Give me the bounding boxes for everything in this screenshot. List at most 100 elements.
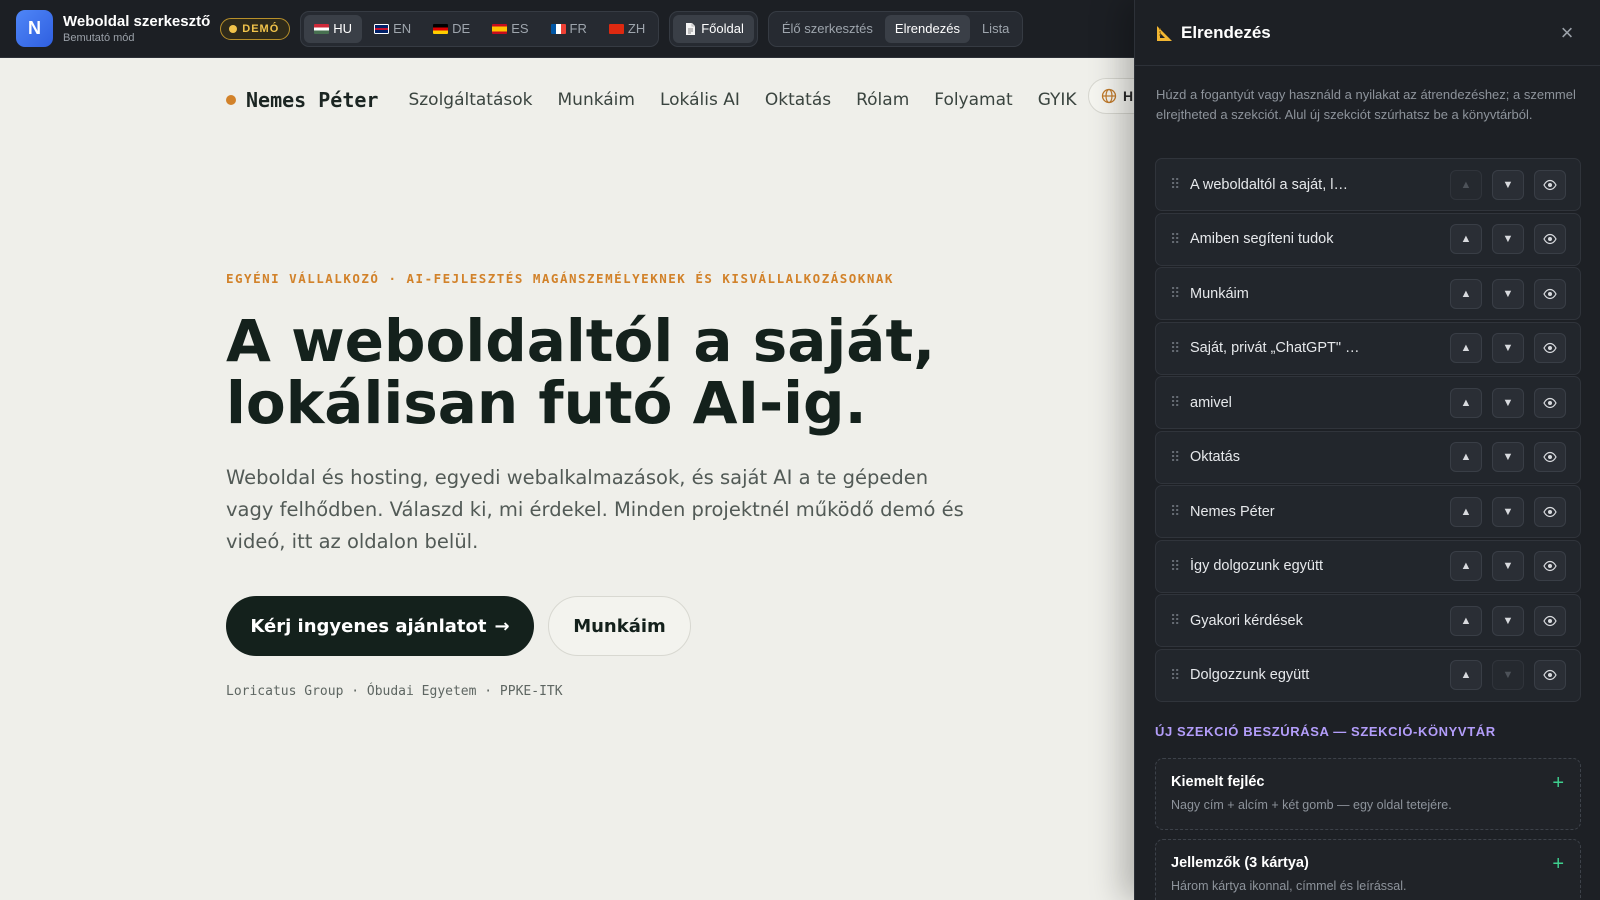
page-selector-label: Főoldal [701, 21, 744, 36]
section-row-label: Dolgozzunk együtt [1190, 667, 1310, 683]
app-title: Weboldal szerkesztő [63, 12, 211, 30]
demo-badge: DEMÓ [220, 17, 291, 40]
triangular-ruler-icon [1157, 25, 1172, 41]
drag-handle-icon[interactable]: ⠿ [1170, 503, 1190, 520]
library-card-description: Három kártya ikonnal, címmel és leírássa… [1171, 879, 1407, 893]
drag-handle-icon[interactable]: ⠿ [1170, 558, 1190, 575]
section-row[interactable]: ⠿ Oktatás ▲ ▼ [1155, 430, 1581, 484]
eye-icon[interactable] [1534, 496, 1566, 527]
move-down-button[interactable]: ▼ [1492, 333, 1524, 363]
drag-handle-icon[interactable]: ⠿ [1170, 667, 1190, 684]
move-up-button[interactable]: ▲ [1450, 278, 1482, 309]
eye-icon[interactable] [1534, 333, 1566, 363]
close-icon[interactable]: × [1554, 20, 1580, 46]
move-down-button[interactable]: ▼ [1492, 551, 1524, 581]
drag-handle-icon[interactable]: ⠿ [1170, 285, 1190, 302]
site-brand[interactable]: Nemes Péter [246, 88, 378, 112]
app-titles: Weboldal szerkesztő Bemutató mód [63, 13, 210, 45]
language-tab-zh[interactable]: ZH [599, 15, 655, 43]
section-row-label: Nemes Péter [1190, 503, 1275, 520]
move-down-button[interactable]: ▼ [1492, 387, 1524, 418]
language-tab-de[interactable]: DE [423, 15, 480, 43]
section-row[interactable]: ⠿ Munkáim ▲ ▼ [1155, 267, 1581, 320]
move-up-button[interactable]: ▲ [1450, 660, 1482, 690]
section-row-label: Gyakori kérdések [1190, 612, 1303, 629]
eye-icon[interactable] [1534, 387, 1566, 418]
nav-link-about[interactable]: Rólam [856, 90, 909, 110]
eye-icon[interactable] [1534, 278, 1566, 309]
eye-glyph-icon [1543, 669, 1557, 681]
nav-link-local-ai[interactable]: Lokális AI [660, 90, 740, 110]
library-card[interactable]: Jellemzők (3 kártya) Három kártya ikonna… [1155, 839, 1581, 900]
eye-glyph-icon [1543, 288, 1557, 299]
move-down-button[interactable]: ▼ [1492, 278, 1524, 309]
app-logo: N [16, 10, 53, 47]
eye-icon[interactable] [1534, 551, 1566, 581]
drag-handle-icon[interactable]: ⠿ [1170, 231, 1190, 248]
move-up-button[interactable]: ▲ [1450, 442, 1482, 472]
flag-fr-icon [550, 23, 566, 34]
nav-link-services[interactable]: Szolgáltatások [408, 90, 532, 110]
move-up-button[interactable]: ▲ [1450, 169, 1482, 200]
page-selector-button[interactable]: Főoldal [673, 14, 754, 43]
section-row[interactable]: ⠿ Nemes Péter ▲ ▼ [1155, 485, 1581, 538]
eye-glyph-icon [1543, 342, 1557, 354]
language-tab-en[interactable]: EN [364, 15, 421, 43]
section-row-label: amivel [1190, 394, 1232, 411]
move-up-button[interactable]: ▲ [1450, 224, 1482, 254]
eye-icon[interactable] [1534, 605, 1566, 636]
move-down-button[interactable]: ▼ [1492, 224, 1524, 254]
language-code: DE [452, 21, 471, 36]
move-down-button[interactable]: ▼ [1492, 605, 1524, 636]
move-up-button[interactable]: ▲ [1450, 333, 1482, 363]
site-language-button[interactable]: H [1088, 78, 1134, 114]
language-tab-es[interactable]: ES [482, 15, 538, 43]
drag-handle-icon[interactable]: ⠿ [1170, 340, 1190, 357]
move-up-button[interactable]: ▲ [1450, 605, 1482, 636]
move-down-button[interactable]: ▼ [1492, 442, 1524, 472]
language-tab-hu[interactable]: HU [304, 14, 363, 43]
nav-link-process[interactable]: Folyamat [934, 90, 1012, 110]
eye-icon[interactable] [1534, 660, 1566, 690]
tab-layout[interactable]: Elrendezés [884, 14, 970, 43]
nav-link-work[interactable]: Munkáim [558, 90, 635, 110]
section-row[interactable]: ⠿ amivel ▲ ▼ [1155, 376, 1581, 429]
move-down-button[interactable]: ▼ [1492, 496, 1524, 527]
move-down-button[interactable]: ▼ [1492, 169, 1524, 200]
section-row[interactable]: ⠿ Saját, privát „ChatGPT" … ▲ ▼ [1155, 321, 1581, 375]
section-row[interactable]: ⠿ Amiben segíteni tudok ▲ ▼ [1155, 212, 1581, 266]
drag-handle-icon[interactable]: ⠿ [1170, 394, 1190, 411]
move-down-button[interactable]: ▼ [1492, 660, 1524, 690]
demo-badge-label: DEMÓ [242, 22, 280, 35]
request-quote-button[interactable]: Kérj ingyenes ajánlatot → [226, 596, 534, 656]
section-row[interactable]: ⠿ A weboldaltól a saját, l… ▲ ▼ [1155, 158, 1581, 211]
my-work-button[interactable]: Munkáim [548, 596, 691, 656]
eye-icon[interactable] [1534, 169, 1566, 200]
language-tab-fr[interactable]: FR [541, 15, 597, 43]
eye-icon[interactable] [1534, 442, 1566, 472]
move-up-button[interactable]: ▲ [1450, 496, 1482, 527]
nav-link-education[interactable]: Oktatás [765, 90, 831, 110]
add-section-icon[interactable]: + [1552, 853, 1564, 876]
library-card[interactable]: Kiemelt fejléc Nagy cím + alcím + két go… [1155, 758, 1581, 830]
flag-es-icon [492, 23, 508, 34]
tab-list[interactable]: Lista [972, 15, 1019, 43]
nav-link-faq[interactable]: GYIK [1038, 90, 1077, 110]
section-row[interactable]: ⠿ Gyakori kérdések ▲ ▼ [1155, 594, 1581, 647]
drag-handle-icon[interactable]: ⠿ [1170, 612, 1190, 629]
add-section-icon[interactable]: + [1552, 772, 1564, 795]
tab-live-edit[interactable]: Élő szerkesztés [772, 15, 883, 43]
section-row[interactable]: ⠿ Így dolgozunk együtt ▲ ▼ [1155, 539, 1581, 593]
section-row[interactable]: ⠿ Dolgozzunk együtt ▲ ▼ [1155, 648, 1581, 702]
site-language-label: H [1123, 88, 1134, 104]
drag-handle-icon[interactable]: ⠿ [1170, 449, 1190, 466]
hero-title-line-1: A weboldaltól a saját, [226, 307, 936, 375]
eye-icon[interactable] [1534, 224, 1566, 254]
hero-description: Weboldal és hosting, egyedi webalkalmazá… [226, 466, 964, 553]
panel-hint: Húzd a fogantyút vagy használd a nyilaka… [1156, 87, 1576, 122]
drag-handle-icon[interactable]: ⠿ [1170, 176, 1190, 193]
library-card-description: Nagy cím + alcím + két gomb — egy oldal … [1171, 798, 1452, 812]
move-up-button[interactable]: ▲ [1450, 387, 1482, 418]
move-up-button[interactable]: ▲ [1450, 551, 1482, 581]
eye-glyph-icon [1543, 451, 1557, 463]
